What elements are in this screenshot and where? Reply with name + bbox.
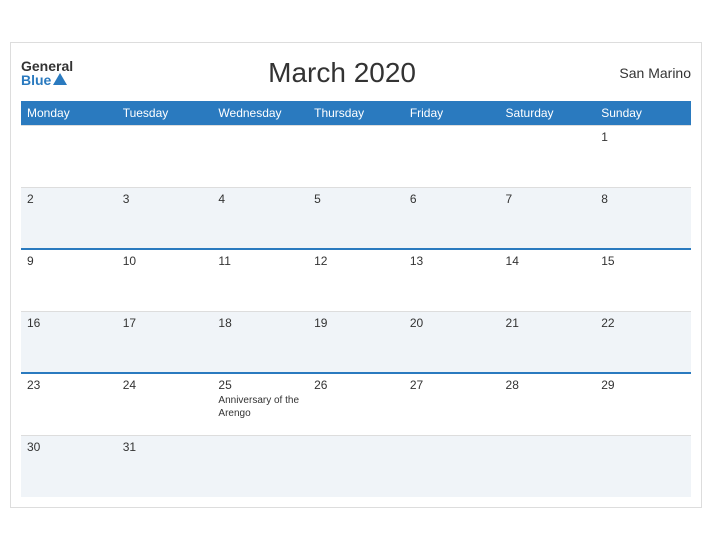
calendar-region: San Marino <box>611 65 691 81</box>
day-number: 13 <box>410 254 494 268</box>
calendar-title: March 2020 <box>73 57 611 89</box>
day-cell: 28 <box>500 373 596 435</box>
day-cell: 1 <box>595 125 691 187</box>
day-cell <box>308 435 404 497</box>
day-cell: 2 <box>21 187 117 249</box>
day-number: 21 <box>506 316 590 330</box>
week-row-4: 23 24 25 Anniversary of the Arengo 26 27 28 29 <box>21 373 691 435</box>
day-cell <box>500 125 596 187</box>
day-cell <box>500 435 596 497</box>
day-number: 2 <box>27 192 111 206</box>
day-number: 10 <box>123 254 207 268</box>
day-cell: 3 <box>117 187 213 249</box>
day-cell: 20 <box>404 311 500 373</box>
day-cell: 23 <box>21 373 117 435</box>
day-cell <box>212 125 308 187</box>
day-cell: 6 <box>404 187 500 249</box>
day-cell: 27 <box>404 373 500 435</box>
day-cell: 11 <box>212 249 308 311</box>
day-number: 17 <box>123 316 207 330</box>
day-number: 18 <box>218 316 302 330</box>
day-number: 22 <box>601 316 685 330</box>
day-number: 12 <box>314 254 398 268</box>
day-number: 7 <box>506 192 590 206</box>
day-cell: 26 <box>308 373 404 435</box>
day-cell <box>308 125 404 187</box>
day-number: 24 <box>123 378 207 392</box>
weekday-header-sunday: Sunday <box>595 101 691 126</box>
day-number: 15 <box>601 254 685 268</box>
calendar-header: General Blue March 2020 San Marino <box>21 53 691 93</box>
weekday-header-monday: Monday <box>21 101 117 126</box>
day-number: 3 <box>123 192 207 206</box>
day-cell <box>404 125 500 187</box>
day-number: 4 <box>218 192 302 206</box>
day-number: 30 <box>27 440 111 454</box>
day-cell: 18 <box>212 311 308 373</box>
day-cell: 19 <box>308 311 404 373</box>
week-row-3: 16 17 18 19 20 21 22 <box>21 311 691 373</box>
day-cell: 10 <box>117 249 213 311</box>
weekday-header-thursday: Thursday <box>308 101 404 126</box>
day-cell: 12 <box>308 249 404 311</box>
day-cell: 21 <box>500 311 596 373</box>
day-number: 5 <box>314 192 398 206</box>
logo-blue-text: Blue <box>21 73 67 87</box>
day-number: 14 <box>506 254 590 268</box>
day-number: 28 <box>506 378 590 392</box>
day-cell: 14 <box>500 249 596 311</box>
day-number: 11 <box>218 254 302 268</box>
logo-general-text: General <box>21 59 73 73</box>
day-number: 9 <box>27 254 111 268</box>
day-number: 8 <box>601 192 685 206</box>
weekday-header-row: MondayTuesdayWednesdayThursdayFridaySatu… <box>21 101 691 126</box>
day-cell <box>117 125 213 187</box>
day-number: 27 <box>410 378 494 392</box>
day-cell: 22 <box>595 311 691 373</box>
weekday-header-saturday: Saturday <box>500 101 596 126</box>
day-cell <box>595 435 691 497</box>
day-number: 6 <box>410 192 494 206</box>
week-row-0: 1 <box>21 125 691 187</box>
event-text: Anniversary of the Arengo <box>218 395 299 419</box>
logo: General Blue <box>21 59 73 87</box>
day-cell: 25 Anniversary of the Arengo <box>212 373 308 435</box>
day-cell: 5 <box>308 187 404 249</box>
logo-triangle-icon <box>53 73 67 85</box>
calendar-container: General Blue March 2020 San Marino Monda… <box>10 42 702 509</box>
day-cell: 29 <box>595 373 691 435</box>
day-number: 1 <box>601 130 685 144</box>
day-cell: 7 <box>500 187 596 249</box>
day-number: 29 <box>601 378 685 392</box>
calendar-grid: MondayTuesdayWednesdayThursdayFridaySatu… <box>21 101 691 498</box>
day-number: 25 <box>218 378 302 392</box>
weekday-header-wednesday: Wednesday <box>212 101 308 126</box>
day-cell: 15 <box>595 249 691 311</box>
day-cell <box>21 125 117 187</box>
day-number: 16 <box>27 316 111 330</box>
day-cell: 8 <box>595 187 691 249</box>
day-number: 20 <box>410 316 494 330</box>
day-cell: 4 <box>212 187 308 249</box>
week-row-1: 2345678 <box>21 187 691 249</box>
day-cell: 24 <box>117 373 213 435</box>
day-number: 19 <box>314 316 398 330</box>
day-cell: 13 <box>404 249 500 311</box>
day-number: 26 <box>314 378 398 392</box>
weekday-header-tuesday: Tuesday <box>117 101 213 126</box>
day-cell: 30 <box>21 435 117 497</box>
day-cell: 16 <box>21 311 117 373</box>
week-row-5: 30 31 <box>21 435 691 497</box>
day-number: 23 <box>27 378 111 392</box>
weekday-header-friday: Friday <box>404 101 500 126</box>
day-cell <box>404 435 500 497</box>
day-cell <box>212 435 308 497</box>
day-cell: 31 <box>117 435 213 497</box>
day-cell: 17 <box>117 311 213 373</box>
week-row-2: 9 10 11 12 13 14 15 <box>21 249 691 311</box>
day-cell: 9 <box>21 249 117 311</box>
day-number: 31 <box>123 440 207 454</box>
